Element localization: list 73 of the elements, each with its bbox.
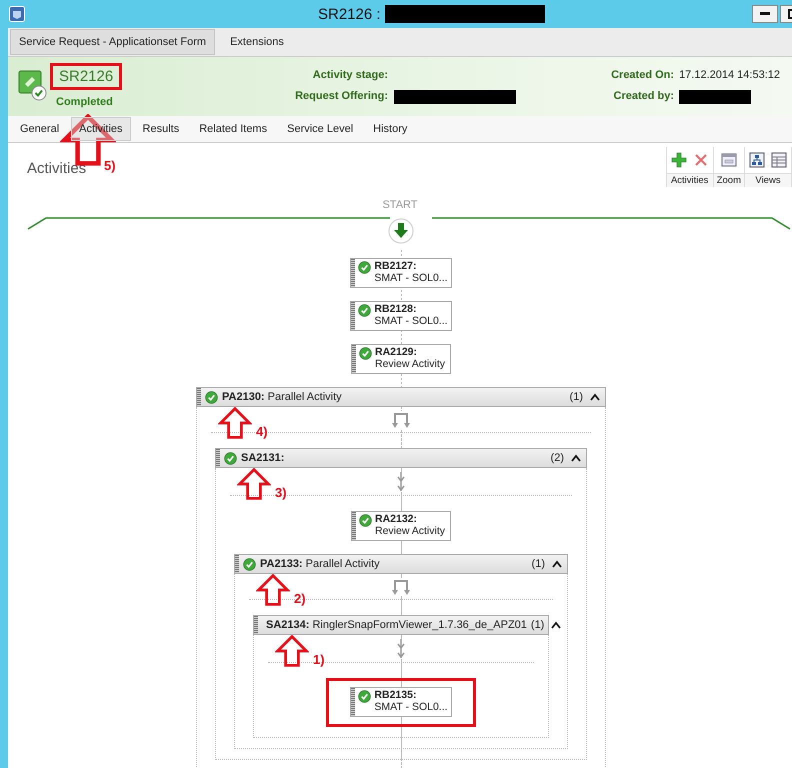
- check-icon: [358, 304, 372, 317]
- tab[interactable]: Service Level: [279, 117, 362, 141]
- activity-id: RB2135:: [374, 689, 418, 701]
- annotation-arrow: [256, 574, 290, 606]
- child-count: (1): [570, 391, 583, 403]
- activity-card[interactable]: RB2135: SMAT - SOL0...: [350, 687, 452, 717]
- group-header[interactable]: SA2131: (2): [215, 448, 587, 468]
- annotation-label: 5): [104, 158, 116, 173]
- field-label: Created On:: [611, 69, 674, 81]
- activity-card[interactable]: RB2128: SMAT - SOL0...: [350, 301, 452, 331]
- activity-description: SMAT - SOL0...: [374, 701, 448, 713]
- annotation-arrow: [218, 407, 252, 439]
- form-tab[interactable]: Service Request - Applicationset Form: [10, 29, 216, 55]
- field-label: Created by:: [612, 90, 674, 104]
- activity-description: SMAT - SOL0...: [374, 272, 448, 284]
- toolbar-group-label: Views: [745, 173, 791, 187]
- request-status: Completed: [56, 96, 114, 108]
- activity-description: Review Activity: [375, 358, 446, 370]
- annotation-label: 3): [275, 485, 287, 500]
- tab[interactable]: Results: [134, 117, 188, 141]
- hierarchy-icon[interactable]: [748, 151, 766, 169]
- check-icon: [358, 690, 372, 703]
- grid-icon[interactable]: [770, 151, 788, 169]
- minimize-button[interactable]: [752, 5, 778, 23]
- group-title: PA2133: Parallel Activity: [260, 558, 380, 570]
- group-title: SA2134: RinglerSnapFormViewer_1.7.36_de_APZ01: [266, 619, 527, 631]
- app-icon: [9, 6, 25, 22]
- toolbar-group-label: Activities: [666, 173, 713, 187]
- field-label: Request Offering:: [294, 90, 388, 104]
- tab[interactable]: Related Items: [191, 117, 276, 141]
- activity-id: RA2132:: [375, 513, 418, 525]
- activity-id: RA2129:: [375, 346, 418, 358]
- group-title: PA2130: Parallel Activity: [222, 391, 342, 403]
- activity-card[interactable]: RA2132: Review Activity: [351, 511, 451, 541]
- check-icon: [243, 558, 256, 570]
- minimize-icon: [760, 12, 770, 16]
- activity-id: RB2127:: [374, 260, 418, 272]
- toolbar-group-label: Zoom: [714, 173, 744, 187]
- field-label: Activity stage:: [312, 69, 388, 81]
- request-icon: [18, 69, 48, 101]
- child-count: (1): [532, 558, 545, 570]
- activity-description: Review Activity: [375, 525, 446, 537]
- check-icon: [359, 514, 372, 527]
- check-icon: [359, 347, 372, 360]
- activity-description: SMAT - SOL0...: [374, 315, 448, 327]
- check-icon: [205, 390, 218, 404]
- child-count: (1): [530, 619, 544, 631]
- annotation-label: 1): [313, 652, 325, 667]
- tab[interactable]: History: [365, 117, 416, 141]
- group-title: SA2131:: [241, 452, 284, 464]
- group-header[interactable]: PA2130: Parallel Activity (1): [196, 387, 606, 407]
- check-icon: [358, 261, 372, 274]
- child-count: (2): [550, 452, 564, 464]
- annotation-label: 4): [256, 424, 268, 439]
- created-on-value: 17.12.2014 14:53:12: [679, 69, 780, 81]
- tab[interactable]: General: [12, 117, 68, 141]
- check-icon: [224, 452, 237, 464]
- parallel-connector-icon: [391, 411, 411, 429]
- activity-card[interactable]: RB2127: SMAT - SOL0...: [350, 258, 452, 288]
- parallel-connector-icon: [391, 578, 411, 596]
- annotation-arrow: [275, 635, 309, 667]
- annotation-arrow: [237, 468, 271, 500]
- start-label: START: [382, 199, 418, 211]
- panel-title: Activities: [27, 160, 86, 177]
- group-header[interactable]: PA2133: Parallel Activity (1): [234, 554, 568, 574]
- window-title: SR2126 :: [318, 6, 381, 22]
- window-icon[interactable]: [720, 151, 738, 169]
- activity-id: RB2128:: [374, 303, 418, 315]
- form-tab[interactable]: Extensions: [221, 29, 293, 55]
- add-icon[interactable]: [670, 151, 688, 169]
- request-id: SR2126: [59, 68, 114, 85]
- annotation-label: 2): [294, 591, 306, 606]
- activity-card[interactable]: RA2129: Review Activity: [351, 344, 451, 374]
